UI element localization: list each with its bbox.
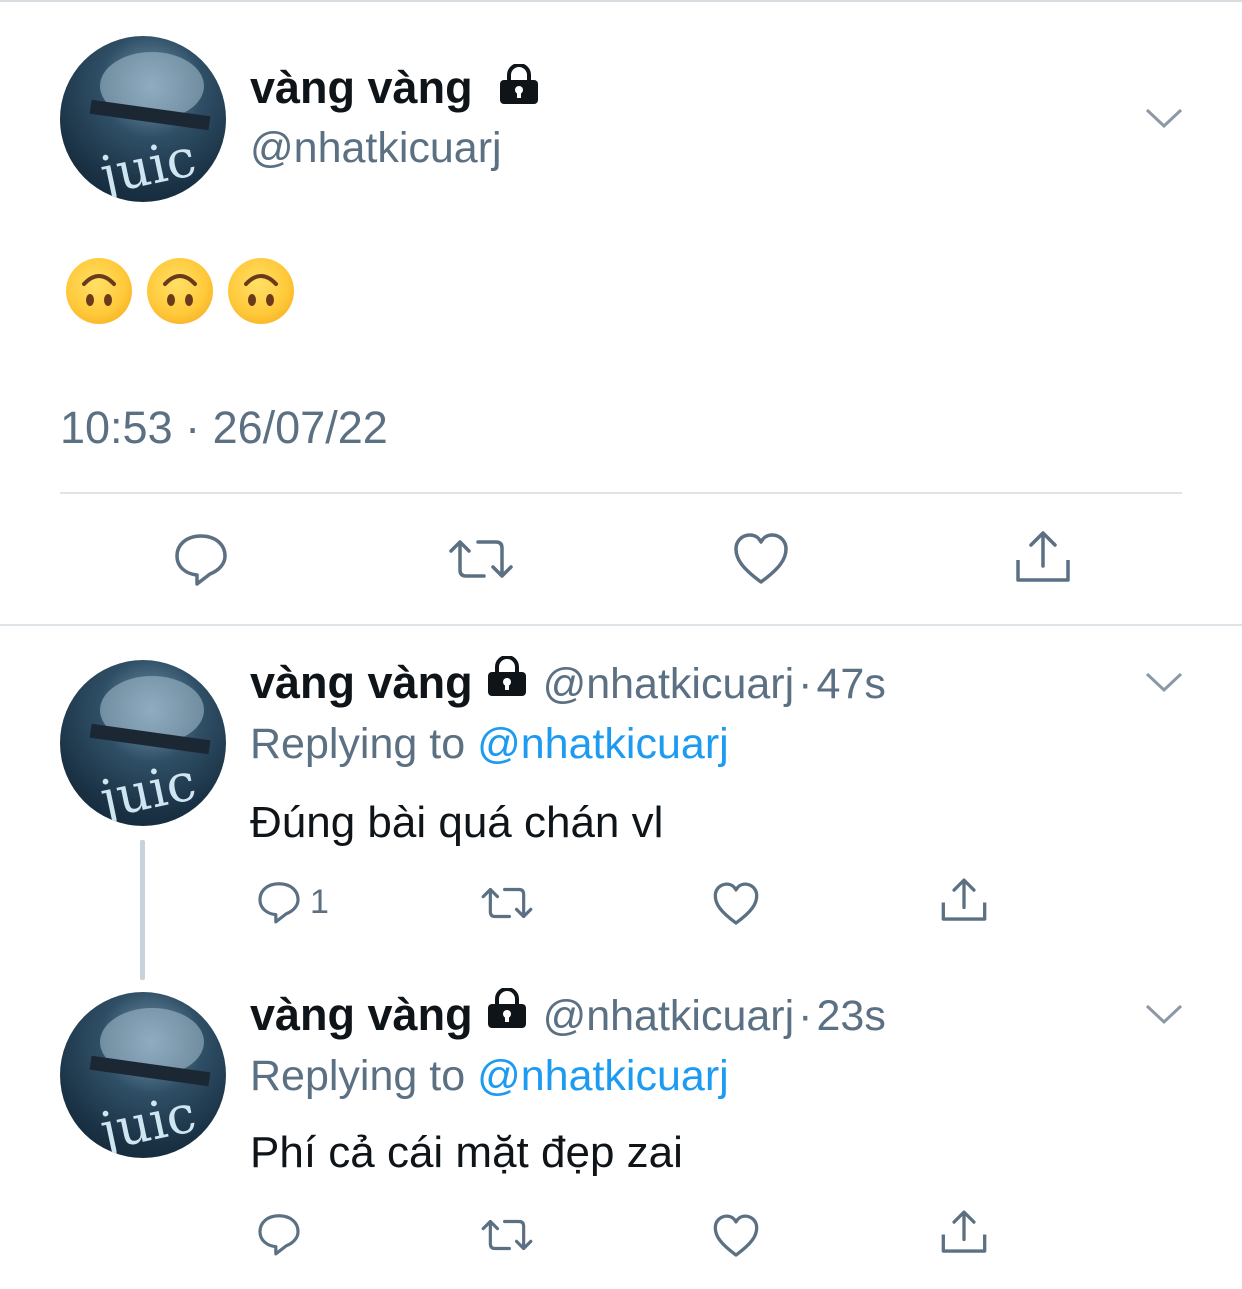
- lock-icon: [485, 655, 529, 703]
- replying-to-link[interactable]: @nhatkicuarj: [477, 720, 729, 768]
- display-name[interactable]: vàng vàng: [250, 657, 473, 709]
- display-name[interactable]: vàng vàng: [250, 62, 541, 117]
- reply-button[interactable]: [172, 530, 230, 588]
- reply-header: vàng vàng @nhatkicuarj · 47s: [250, 655, 886, 709]
- reply-button[interactable]: 1: [256, 878, 329, 926]
- reply-button[interactable]: [256, 1210, 302, 1258]
- handle[interactable]: @nhatkicuarj: [250, 124, 502, 173]
- handle[interactable]: @nhatkicuarj: [543, 660, 795, 709]
- replying-prefix: Replying to: [250, 1052, 466, 1100]
- retweet-icon: [449, 540, 513, 578]
- share-button[interactable]: [1014, 528, 1072, 586]
- retweet-button[interactable]: [480, 1212, 534, 1258]
- svg-text:juic: juic: [90, 752, 201, 826]
- chevron-down-icon[interactable]: [1144, 106, 1184, 130]
- divider: [60, 492, 1182, 494]
- share-icon: [941, 878, 987, 921]
- retweet-button[interactable]: [480, 880, 534, 926]
- reply-icon: [258, 882, 300, 924]
- separator: ·: [798, 660, 813, 708]
- chevron-down-icon[interactable]: [1144, 1002, 1184, 1026]
- reply-icon: [258, 1214, 300, 1256]
- like-button[interactable]: [712, 880, 760, 928]
- display-name[interactable]: vàng vàng: [250, 989, 473, 1041]
- upside-down-face-emoji: [66, 258, 132, 324]
- separator: ·: [798, 992, 813, 1040]
- reply-icon: [175, 534, 227, 586]
- top-border: [0, 0, 1242, 2]
- tweet-age[interactable]: 47s: [817, 660, 886, 709]
- share-button[interactable]: [940, 876, 988, 924]
- thread-line: [140, 840, 145, 980]
- tweet-timestamp[interactable]: 10:53 · 26/07/22: [60, 402, 388, 454]
- replying-to: Replying to @nhatkicuarj: [250, 720, 729, 769]
- lock-icon: [497, 63, 541, 117]
- svg-text:juic: juic: [90, 128, 201, 202]
- replying-to: Replying to @nhatkicuarj: [250, 1052, 729, 1101]
- avatar[interactable]: juic: [60, 660, 226, 826]
- reply-count: 1: [310, 882, 329, 921]
- replying-prefix: Replying to: [250, 720, 466, 768]
- upside-down-face-emoji: [228, 258, 294, 324]
- like-button[interactable]: [732, 530, 790, 588]
- avatar[interactable]: juic: [60, 36, 226, 202]
- chevron-down-icon[interactable]: [1144, 670, 1184, 694]
- heart-icon: [734, 533, 788, 584]
- upside-down-face-emoji: [147, 258, 213, 324]
- reply-text: Phí cả cái mặt đẹp zai: [250, 1128, 683, 1177]
- heart-icon: [713, 882, 759, 925]
- share-icon: [1016, 531, 1070, 582]
- section-divider: [0, 624, 1242, 626]
- handle[interactable]: @nhatkicuarj: [543, 992, 795, 1041]
- reply-header: vàng vàng @nhatkicuarj · 23s: [250, 987, 886, 1041]
- retweet-button[interactable]: [448, 530, 514, 588]
- lock-icon: [485, 987, 529, 1035]
- reply-text: Đúng bài quá chán vl: [250, 798, 664, 847]
- replying-to-link[interactable]: @nhatkicuarj: [477, 1052, 729, 1100]
- share-button[interactable]: [940, 1208, 988, 1256]
- svg-text:juic: juic: [90, 1084, 201, 1158]
- display-name-text: vàng vàng: [250, 62, 473, 113]
- avatar[interactable]: juic: [60, 992, 226, 1158]
- retweet-icon: [481, 887, 533, 919]
- retweet-icon: [481, 1219, 533, 1251]
- heart-icon: [713, 1214, 759, 1257]
- tweet-age[interactable]: 23s: [817, 992, 886, 1041]
- like-button[interactable]: [712, 1212, 760, 1260]
- share-icon: [941, 1210, 987, 1253]
